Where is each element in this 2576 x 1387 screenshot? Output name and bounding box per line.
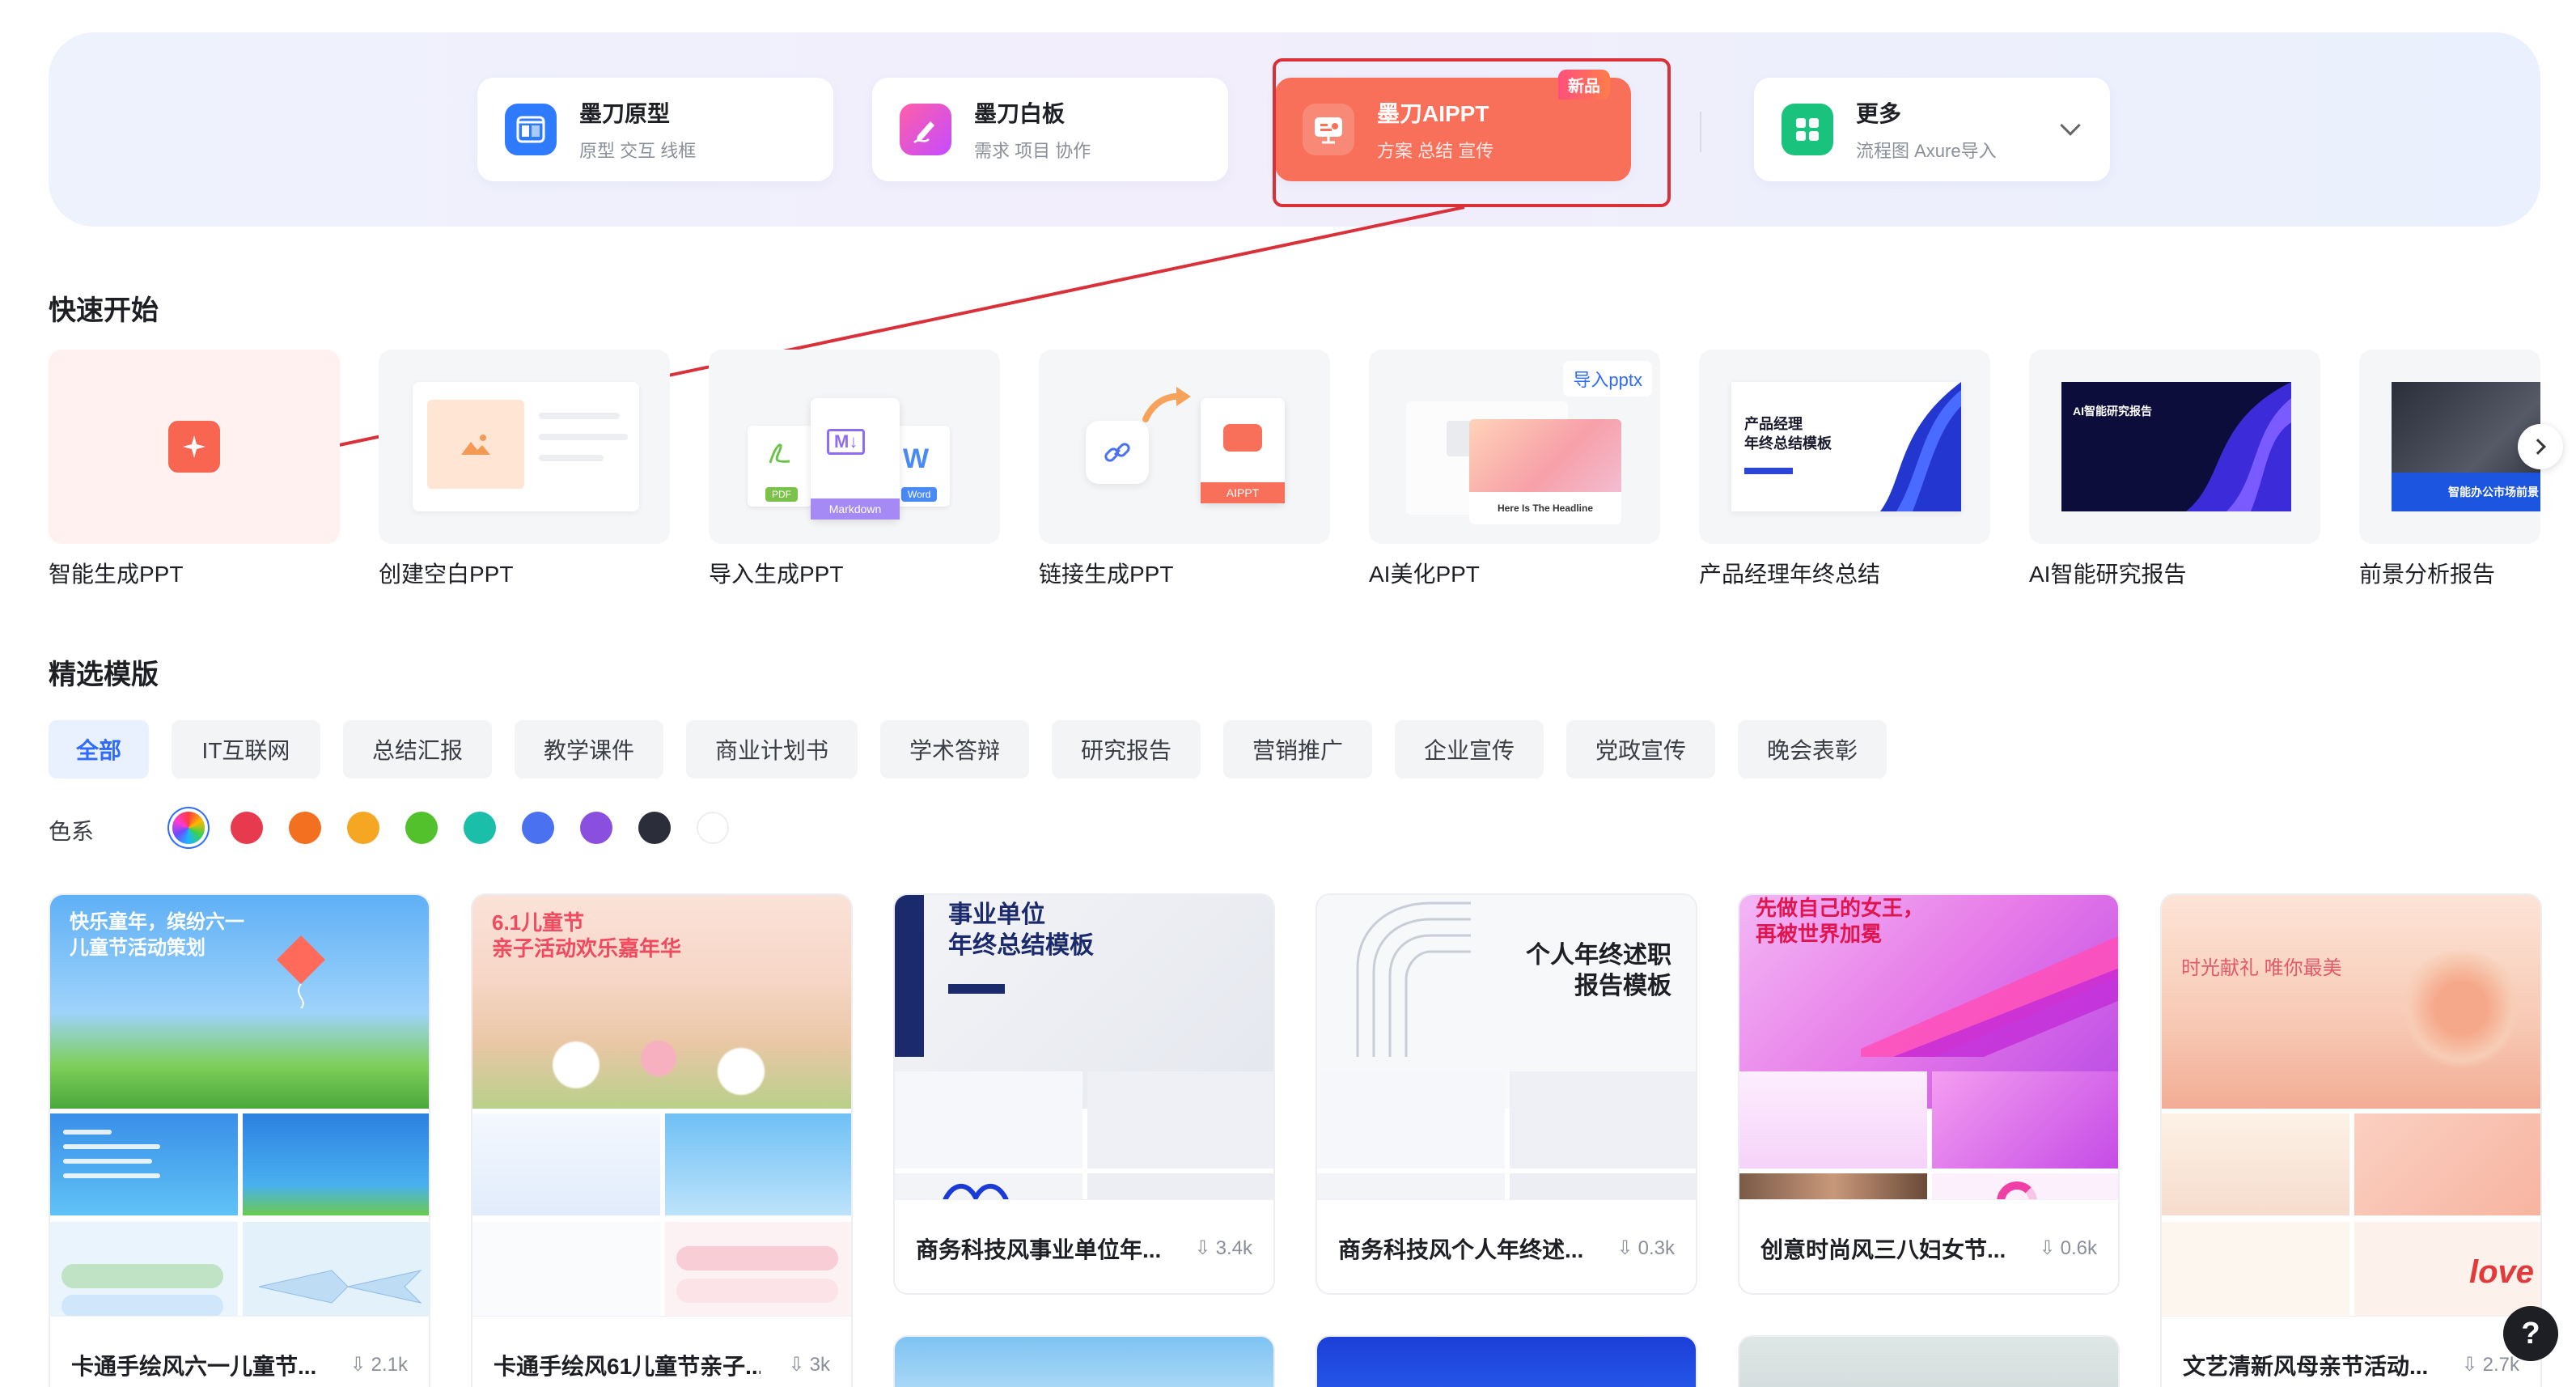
template-card[interactable] xyxy=(1316,1335,1697,1387)
quick-start-title: 快速开始 xyxy=(49,295,159,326)
template-card[interactable]: 6.1儿童节 亲子活动欢乐嘉年华 卡通手绘风61儿童节亲子... ⇩ 3k xyxy=(471,893,853,1387)
color-swatch-yellow[interactable] xyxy=(347,812,379,844)
template-card[interactable]: 先做自己的女王， 再被世界加冕 创意时尚风三八妇女节... ⇩ 0.6k xyxy=(1738,893,2120,1295)
category-chip[interactable]: 商业计划书 xyxy=(686,720,858,778)
color-swatch-purple[interactable] xyxy=(580,812,612,844)
quick-card-outlook[interactable]: 智能办公市场前景 xyxy=(2359,350,2540,544)
color-swatch-orange[interactable] xyxy=(289,812,321,844)
download-icon: ⇩ xyxy=(2461,1354,2478,1376)
template-card[interactable]: 时光献礼 唯你最美 love 文艺清新风母亲节活动... ⇩ 2.7k xyxy=(2160,893,2542,1387)
quick-label: AI美化PPT xyxy=(1369,562,1480,587)
category-chip[interactable]: 企业宣传 xyxy=(1395,720,1544,778)
color-filter-label: 色系 xyxy=(49,819,95,844)
color-swatch-black[interactable] xyxy=(638,812,671,844)
download-count: 2.1k xyxy=(371,1353,408,1376)
quick-label: 智能生成PPT xyxy=(49,562,184,587)
quick-card-ai-research[interactable]: AI智能研究报告 xyxy=(2029,350,2320,544)
download-icon: ⇩ xyxy=(1194,1237,1211,1259)
quick-card-pm-summary[interactable]: 产品经理 年终总结模板 xyxy=(1699,350,1990,544)
quick-label: 链接生成PPT xyxy=(1039,562,1174,587)
arrow-right-icon xyxy=(1142,387,1191,422)
color-swatch-teal[interactable] xyxy=(464,812,496,844)
download-icon: ⇩ xyxy=(2039,1237,2056,1259)
category-chip[interactable]: 晚会表彰 xyxy=(1738,720,1887,778)
template-title: 创意时尚风三八妇女节... xyxy=(1760,1236,2006,1262)
template-title: 商务科技风事业单位年... xyxy=(916,1236,1162,1262)
template-title: 文艺清新风母亲节活动... xyxy=(2183,1353,2429,1379)
color-swatch-blue[interactable] xyxy=(522,812,554,844)
template-title: 卡通手绘风61儿童节亲子... xyxy=(494,1353,761,1379)
quick-label: 前景分析报告 xyxy=(2359,562,2496,587)
quick-label: 导入生成PPT xyxy=(709,562,844,587)
scroll-next-button[interactable] xyxy=(2518,424,2563,469)
quick-label: 产品经理年终总结 xyxy=(1699,562,1881,587)
download-count: 2.7k xyxy=(2482,1353,2519,1376)
link-icon xyxy=(1086,421,1149,484)
help-button[interactable]: ? xyxy=(2503,1306,2558,1361)
template-card[interactable]: 事业单位 年终总结模板 商务科技风事业单位年... ⇩ 3.4k xyxy=(893,893,1275,1295)
quick-card-blank[interactable] xyxy=(379,350,670,544)
pdf-file-icon: PDF xyxy=(748,426,812,507)
templates-title: 精选模版 xyxy=(49,660,159,690)
image-icon xyxy=(427,400,524,489)
sparkle-icon xyxy=(168,421,220,473)
quick-card-beautify[interactable]: 导入pptx Here Is The Headline xyxy=(1369,350,1660,544)
quick-label: AI智能研究报告 xyxy=(2029,562,2187,587)
category-chip[interactable]: 营销推广 xyxy=(1223,720,1372,778)
quick-card-import[interactable]: PDF W Word M↓ Markdown xyxy=(709,350,1000,544)
color-swatch-white[interactable] xyxy=(697,812,729,844)
aippt-file-icon: AIPPT xyxy=(1201,398,1285,503)
download-icon: ⇩ xyxy=(788,1354,805,1376)
quick-card-link[interactable]: AIPPT xyxy=(1039,350,1330,544)
color-swatch-green[interactable] xyxy=(405,812,438,844)
download-icon: ⇩ xyxy=(350,1354,366,1376)
download-count: 0.3k xyxy=(1638,1236,1675,1259)
template-card[interactable] xyxy=(893,1335,1275,1387)
quick-label: 创建空白PPT xyxy=(379,562,514,587)
download-icon: ⇩ xyxy=(1616,1237,1633,1259)
color-swatch-all[interactable] xyxy=(172,812,205,844)
color-swatch-red[interactable] xyxy=(231,812,263,844)
chevron-right-icon xyxy=(2530,439,2546,455)
quick-card-smart-generate[interactable] xyxy=(49,350,340,544)
download-count: 3.4k xyxy=(1215,1236,1252,1259)
template-card[interactable]: 个人年终述职 报告模板 商务科技风个人年终述... ⇩ 0.3k xyxy=(1316,893,1697,1295)
category-chip[interactable]: 学术答辩 xyxy=(880,720,1029,778)
template-title: 卡通手绘风六一儿童节... xyxy=(71,1353,317,1379)
category-chip[interactable]: IT互联网 xyxy=(172,720,320,778)
template-card[interactable]: 快乐童年，缤纷六一 儿童节活动策划 卡通手绘风六一儿童节... ⇩ 2.1k xyxy=(49,893,430,1387)
category-chip[interactable]: 教学课件 xyxy=(515,720,663,778)
download-count: 0.6k xyxy=(2060,1236,2097,1259)
template-card[interactable] xyxy=(1738,1335,2120,1387)
category-chip[interactable]: 研究报告 xyxy=(1052,720,1201,778)
markdown-file-icon: M↓ Markdown xyxy=(811,398,900,520)
category-chip-all[interactable]: 全部 xyxy=(49,720,149,778)
import-pptx-badge: 导入pptx xyxy=(1563,361,1652,397)
category-chip[interactable]: 党政宣传 xyxy=(1566,720,1715,778)
category-chip[interactable]: 总结汇报 xyxy=(343,720,492,778)
download-count: 3k xyxy=(809,1353,830,1376)
template-title: 商务科技风个人年终述... xyxy=(1338,1236,1584,1262)
